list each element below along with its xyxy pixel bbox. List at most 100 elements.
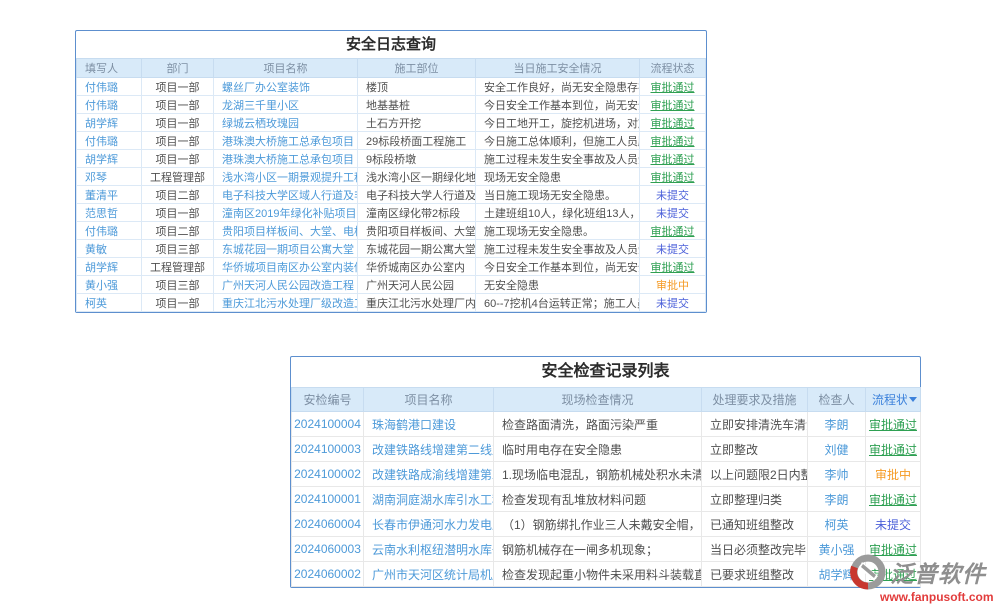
- log-row: 付伟璐 项目一部 螺丝厂办公室装饰 楼顶 安全工作良好，尚无安全隐患存在 审批通…: [77, 78, 706, 96]
- col-header-dept: 部门: [142, 59, 214, 78]
- situation-cell: 施工现场无安全隐患。: [476, 222, 640, 240]
- inspector-link[interactable]: 刘健: [808, 437, 866, 462]
- col-header-measures: 处理要求及措施: [702, 388, 808, 412]
- flow-status[interactable]: 未提交: [656, 208, 689, 220]
- project-link[interactable]: 重庆江北污水处理厂级改造工程-道路修复: [214, 294, 358, 312]
- project-link[interactable]: 螺丝厂办公室装饰: [214, 78, 358, 96]
- inspection-cell: （1）钢筋绑扎作业三人未戴安全帽，已通知...: [494, 512, 702, 537]
- writer-link[interactable]: 黄敏: [77, 240, 142, 258]
- flow-status[interactable]: 未提交: [656, 190, 689, 202]
- project-link[interactable]: 华侨城项目南区办公室内装修工程: [214, 258, 358, 276]
- project-link[interactable]: 云南水利枢纽潜明水库一期...: [364, 537, 494, 562]
- part-cell: 广州天河人民公园: [358, 276, 476, 294]
- check-row: 2024060002 广州市天河区统计局机房改... 检查发现起重小物件未采用料…: [292, 562, 921, 587]
- dept-cell: 项目二部: [142, 222, 214, 240]
- flow-status[interactable]: 审批通过: [651, 262, 695, 274]
- dept-cell: 项目一部: [142, 78, 214, 96]
- flow-status[interactable]: 未提交: [656, 244, 689, 256]
- project-link[interactable]: 港珠澳大桥施工总承包项目: [214, 150, 358, 168]
- project-link[interactable]: 港珠澳大桥施工总承包项目: [214, 132, 358, 150]
- flow-status[interactable]: 审批通过: [651, 136, 695, 148]
- col-header-project: 项目名称: [364, 388, 494, 412]
- project-link[interactable]: 贵阳项目样板间、大堂、电梯厅装修工程: [214, 222, 358, 240]
- inspector-link[interactable]: 李帅: [808, 462, 866, 487]
- sort-down-icon[interactable]: [909, 397, 917, 402]
- flow-status[interactable]: 审批通过: [651, 100, 695, 112]
- flow-status[interactable]: 审批通过: [651, 118, 695, 130]
- writer-link[interactable]: 付伟璐: [77, 96, 142, 114]
- project-link[interactable]: 龙湖三千里小区: [214, 96, 358, 114]
- inspector-link[interactable]: 李朗: [808, 487, 866, 512]
- dept-cell: 项目一部: [142, 294, 214, 312]
- flow-status[interactable]: 审批通过: [651, 172, 695, 184]
- inspection-cell: 检查发现起重小物件未采用料斗装载直接起...: [494, 562, 702, 587]
- project-link[interactable]: 浅水湾小区一期景观提升工程施工: [214, 168, 358, 186]
- writer-link[interactable]: 胡学辉: [77, 258, 142, 276]
- situation-cell: 当日施工现场无安全隐患。: [476, 186, 640, 204]
- log-row: 黄小强 项目三部 广州天河人民公园改造工程 广州天河人民公园 无安全隐患 审批中: [77, 276, 706, 294]
- check-code-link[interactable]: 2024060002: [292, 562, 364, 587]
- project-link[interactable]: 潼南区2019年绿化补贴项目-施工2标段: [214, 204, 358, 222]
- dept-cell: 项目一部: [142, 114, 214, 132]
- situation-cell: 施工过程未发生安全事故及人员受伤情况: [476, 240, 640, 258]
- flow-status[interactable]: 审批通过: [869, 443, 917, 457]
- check-code-link[interactable]: 2024060003: [292, 537, 364, 562]
- flow-status[interactable]: 未提交: [875, 518, 911, 532]
- project-link[interactable]: 电子科技大学区域人行道及非机动车道工程: [214, 186, 358, 204]
- situation-cell: 土建班组10人，绿化班组13人，施工现...: [476, 204, 640, 222]
- situation-cell: 今日安全工作基本到位，尚无安全隐患...: [476, 96, 640, 114]
- writer-link[interactable]: 付伟璐: [77, 78, 142, 96]
- check-code-link[interactable]: 2024100004: [292, 412, 364, 437]
- check-code-link[interactable]: 2024060004: [292, 512, 364, 537]
- measures-cell: 已通知班组整改: [702, 512, 808, 537]
- writer-link[interactable]: 胡学辉: [77, 150, 142, 168]
- flow-status[interactable]: 审批通过: [651, 154, 695, 166]
- flow-status[interactable]: 审批中: [875, 468, 911, 482]
- col-header-project: 项目名称: [214, 59, 358, 78]
- writer-link[interactable]: 付伟璐: [77, 132, 142, 150]
- flow-status[interactable]: 审批通过: [651, 226, 695, 238]
- check-code-link[interactable]: 2024100003: [292, 437, 364, 462]
- measures-cell: 以上问题限2日内整...: [702, 462, 808, 487]
- writer-link[interactable]: 柯英: [77, 294, 142, 312]
- part-cell: 华侨城南区办公室内: [358, 258, 476, 276]
- project-link[interactable]: 珠海鹤港口建设: [364, 412, 494, 437]
- brand-name: 泛普软件: [890, 555, 986, 589]
- measures-cell: 立即整改: [702, 437, 808, 462]
- project-link[interactable]: 绿城云栖玫瑰园: [214, 114, 358, 132]
- log-header-row: 填写人 部门 项目名称 施工部位 当日施工安全情况 流程状态: [77, 59, 706, 78]
- flow-status[interactable]: 审批通过: [869, 418, 917, 432]
- inspector-link[interactable]: 李朗: [808, 412, 866, 437]
- check-code-link[interactable]: 2024100002: [292, 462, 364, 487]
- project-link[interactable]: 广州市天河区统计局机房改...: [364, 562, 494, 587]
- inspector-link[interactable]: 柯英: [808, 512, 866, 537]
- project-link[interactable]: 长春市伊通河水力发电厂改...: [364, 512, 494, 537]
- project-link[interactable]: 广州天河人民公园改造工程: [214, 276, 358, 294]
- situation-cell: 今日安全工作基本到位，尚无安全隐患...: [476, 258, 640, 276]
- flow-status[interactable]: 审批通过: [651, 82, 695, 94]
- situation-cell: 施工过程未发生安全事故及人员受伤情况: [476, 150, 640, 168]
- writer-link[interactable]: 董清平: [77, 186, 142, 204]
- project-link[interactable]: 东城花园一期项目公寓大堂 装饰工程: [214, 240, 358, 258]
- writer-link[interactable]: 黄小强: [77, 276, 142, 294]
- situation-cell: 现场无安全隐患: [476, 168, 640, 186]
- flow-status[interactable]: 审批通过: [869, 493, 917, 507]
- brand-url[interactable]: www.fanpusoft.com: [880, 590, 998, 604]
- writer-link[interactable]: 付伟璐: [77, 222, 142, 240]
- col-header-flow-sortable[interactable]: 流程状态: [866, 388, 921, 412]
- writer-link[interactable]: 胡学辉: [77, 114, 142, 132]
- dept-cell: 项目一部: [142, 204, 214, 222]
- project-link[interactable]: 湖南洞庭湖水库引水工程施...: [364, 487, 494, 512]
- project-link[interactable]: 改建铁路线增建第二线直通...: [364, 437, 494, 462]
- check-code-link[interactable]: 2024100001: [292, 487, 364, 512]
- col-header-situation: 当日施工安全情况: [476, 59, 640, 78]
- writer-link[interactable]: 邓琴: [77, 168, 142, 186]
- dept-cell: 项目一部: [142, 96, 214, 114]
- flow-status[interactable]: 未提交: [656, 298, 689, 310]
- writer-link[interactable]: 范思哲: [77, 204, 142, 222]
- dept-cell: 项目一部: [142, 150, 214, 168]
- flow-status[interactable]: 审批中: [656, 280, 689, 292]
- flow-header-label: 流程状态: [872, 391, 907, 408]
- log-row: 董清平 项目二部 电子科技大学区域人行道及非机动车道工程 电子科技大学人行道及非…: [77, 186, 706, 204]
- project-link[interactable]: 改建铁路成渝线增建第二直...: [364, 462, 494, 487]
